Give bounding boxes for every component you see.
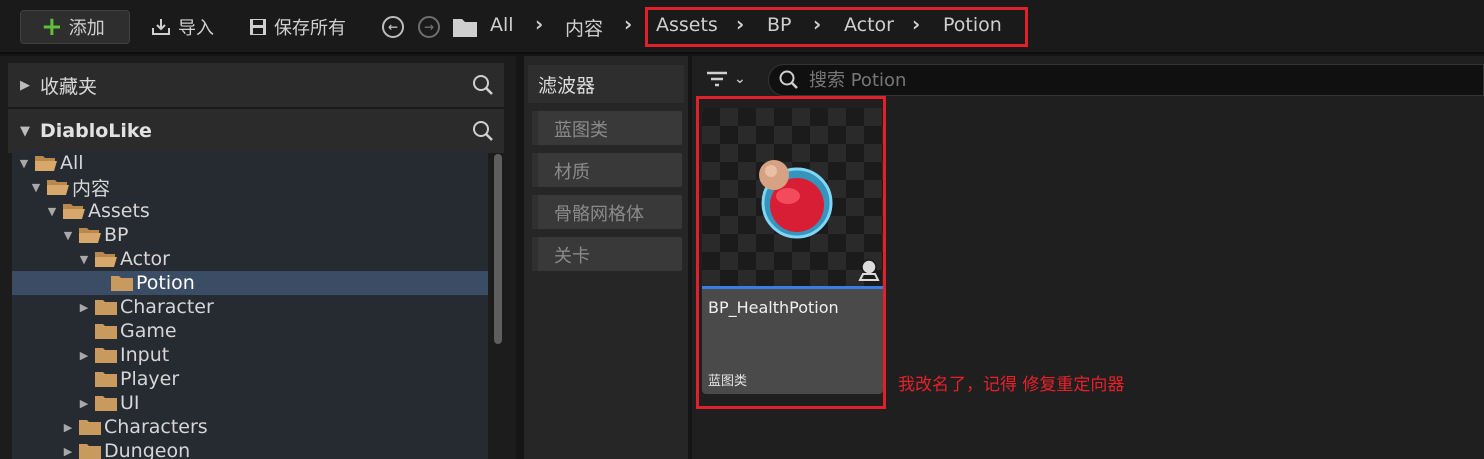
collapsed-arrow-icon[interactable]: ▶ (76, 301, 92, 314)
tree-item-assets[interactable]: ▼ Assets (12, 199, 488, 223)
breadcrumb-highlight-box (645, 7, 1028, 47)
tree-item-label: Game (120, 320, 177, 342)
search-input[interactable] (809, 69, 1409, 91)
expanded-arrow-icon[interactable]: ▼ (16, 157, 32, 170)
tree-item-label: Potion (136, 272, 195, 294)
favorites-header[interactable]: ▶ 收藏夹 (8, 63, 504, 107)
tree-item-dungeon[interactable]: ▶ Dungeon (12, 439, 488, 459)
search-icon (779, 70, 798, 89)
filter-skeletal-mesh[interactable]: 骨骼网格体 (532, 195, 682, 229)
expanded-arrow-icon[interactable]: ▼ (60, 229, 76, 242)
collapsed-arrow-icon[interactable]: ▶ (76, 349, 92, 362)
tree-item-input[interactable]: ▶ Input (12, 343, 488, 367)
import-label: 导入 (178, 18, 214, 39)
collapsed-arrow-icon[interactable]: ▶ (20, 78, 30, 93)
import-button[interactable]: 导入 (150, 10, 214, 44)
folder-icon[interactable] (452, 16, 478, 38)
tree-item-characters[interactable]: ▶ Characters (12, 415, 488, 439)
save-icon (250, 19, 266, 35)
filter-blueprint-class[interactable]: 蓝图类 (532, 111, 682, 145)
folder-icon (95, 372, 117, 387)
filter-dropdown-button[interactable]: ⌄ (706, 70, 746, 88)
tree-item-label: All (60, 152, 84, 174)
folder-open-icon (79, 228, 101, 243)
filter-icon (707, 71, 727, 87)
tree-item-label: BP (104, 224, 129, 246)
asset-view: ⌄ BP_HealthPotion 蓝图类 我改名 (692, 56, 1484, 459)
folder-open-icon (47, 180, 69, 195)
tree-item-content[interactable]: ▼ 内容 (12, 175, 488, 200)
breadcrumb-content[interactable]: 内容 (565, 14, 603, 41)
tree-item-label: Actor (120, 248, 170, 270)
search-icon[interactable] (472, 74, 494, 96)
annotation-note: 我改名了，记得 修复重定向器 (898, 375, 1125, 395)
collapsed-arrow-icon[interactable]: ▶ (60, 421, 76, 434)
folder-icon (95, 348, 117, 363)
folder-tree: ▼ All ▼ 内容 ▼ Assets ▼ BP ▼ Actor Potion (12, 151, 488, 459)
folder-open-icon (35, 156, 57, 171)
search-icon[interactable] (472, 120, 494, 142)
asset-search-box[interactable] (768, 64, 1484, 96)
asset-highlight-box (696, 96, 886, 409)
import-icon (152, 19, 170, 35)
expanded-arrow-icon[interactable]: ▼ (44, 205, 60, 218)
forward-arrow-icon[interactable]: → (418, 16, 440, 38)
chevron-down-icon: ⌄ (734, 71, 746, 87)
project-label: DiabloLike (40, 120, 152, 142)
collapsed-arrow-icon[interactable]: ▶ (76, 397, 92, 410)
tree-item-label: Characters (104, 416, 208, 438)
expanded-arrow-icon[interactable]: ▼ (28, 181, 44, 194)
tree-item-label: Player (120, 368, 180, 390)
filter-material[interactable]: 材质 (532, 153, 682, 187)
add-label: 添加 (68, 18, 105, 39)
tree-item-game[interactable]: Game (12, 319, 488, 343)
tree-item-all[interactable]: ▼ All (12, 151, 488, 175)
folder-icon (79, 420, 101, 435)
filter-level[interactable]: 关卡 (532, 237, 682, 271)
tree-item-potion[interactable]: Potion (12, 271, 488, 295)
tree-item-ui[interactable]: ▶ UI (12, 391, 488, 415)
tree-item-label: Dungeon (104, 440, 191, 459)
folder-open-icon (63, 204, 85, 219)
tree-item-character[interactable]: ▶ Character (12, 295, 488, 319)
tree-scrollbar[interactable] (494, 154, 502, 344)
folder-icon (95, 396, 117, 411)
back-arrow-icon[interactable]: ← (382, 16, 404, 38)
tree-item-label: Input (120, 344, 170, 366)
filters-panel: 滤波器 蓝图类 材质 骨骼网格体 关卡 (524, 56, 688, 459)
tree-item-bp[interactable]: ▼ BP (12, 223, 488, 247)
tree-item-label: UI (120, 392, 140, 414)
filters-title: 滤波器 (528, 65, 684, 103)
content-browser-toolbar: + 添加 导入 保存所有 ← → All › 内容 › Assets › BP … (0, 0, 1484, 54)
save-all-button[interactable]: 保存所有 (248, 10, 346, 44)
chevron-right-icon[interactable]: › (535, 12, 543, 36)
collapsed-arrow-icon[interactable]: ▶ (60, 445, 76, 458)
tree-item-label: 内容 (72, 177, 111, 200)
favorites-label: 收藏夹 (40, 75, 98, 98)
add-button[interactable]: + 添加 (20, 10, 130, 44)
plus-icon: + (41, 12, 63, 42)
sources-panel: ▶ 收藏夹 ▼ DiabloLike ▼ All ▼ 内容 ▼ Assets ▼… (0, 56, 516, 459)
folder-open-icon (95, 252, 117, 267)
chevron-right-icon[interactable]: › (624, 12, 632, 36)
save-all-label: 保存所有 (274, 18, 346, 39)
folder-icon (111, 276, 133, 291)
tree-item-actor[interactable]: ▼ Actor (12, 247, 488, 271)
expanded-arrow-icon[interactable]: ▼ (20, 124, 30, 139)
expanded-arrow-icon[interactable]: ▼ (76, 253, 92, 266)
tree-item-label: Character (120, 296, 214, 318)
tree-item-player[interactable]: Player (12, 367, 488, 391)
tree-item-label: Assets (88, 200, 150, 222)
folder-icon (79, 444, 101, 459)
folder-icon (95, 300, 117, 315)
project-header[interactable]: ▼ DiabloLike (8, 109, 504, 153)
folder-icon (95, 324, 117, 339)
breadcrumb-all[interactable]: All (490, 14, 514, 36)
